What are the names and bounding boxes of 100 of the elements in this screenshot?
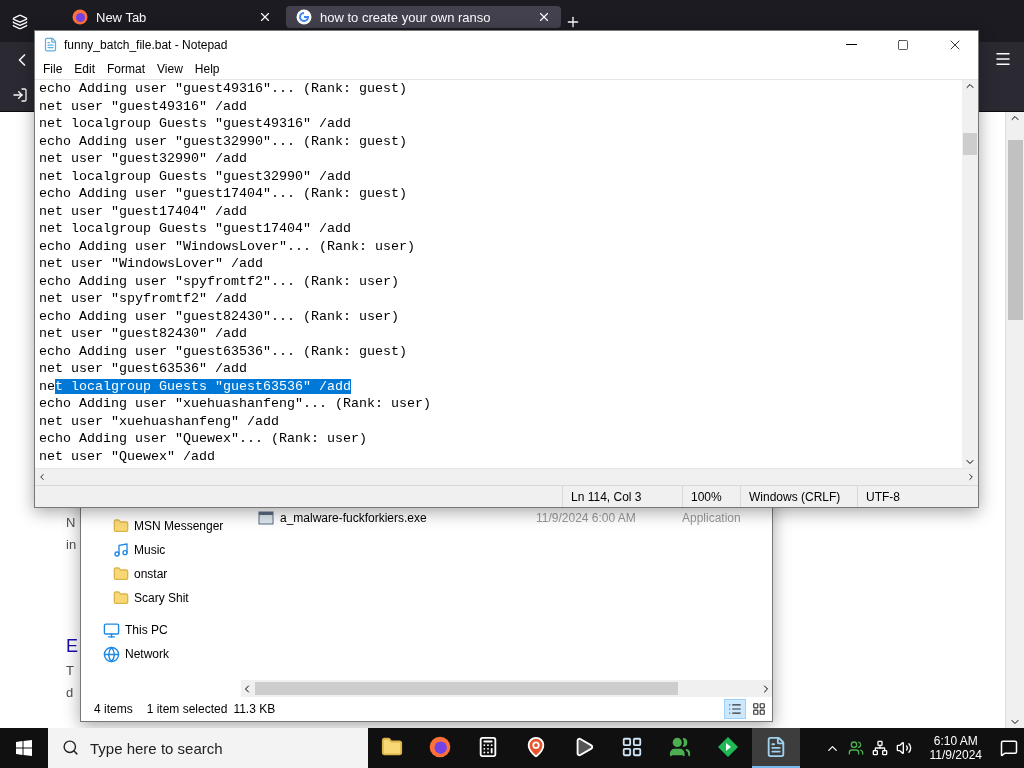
status-text: 100%: [682, 486, 740, 507]
menu-item[interactable]: Format: [101, 61, 152, 76]
selection-info: 1 item selected: [146, 702, 228, 716]
clock[interactable]: 6:10 AM 11/9/2024: [919, 734, 992, 762]
notifications-icon[interactable]: [1000, 739, 1018, 757]
taskbar-app[interactable]: [752, 728, 800, 768]
letter-g-icon: [296, 9, 312, 25]
view-button[interactable]: [724, 699, 746, 719]
nav-label: This PC: [125, 623, 168, 637]
nav-label: MSN Messenger: [134, 519, 224, 533]
code-line: net user "spyfromtf2" /add: [39, 290, 248, 308]
tiles-view-icon: [752, 702, 766, 716]
code-line: net user "guest82430" /add: [39, 325, 248, 343]
code-line: net user "guest32990" /add: [39, 150, 248, 168]
notepad-icon: [43, 37, 58, 52]
folder-icon: [113, 518, 129, 534]
page-text: d: [66, 684, 74, 702]
nav-label: Scary Shit: [134, 591, 189, 605]
code-line: net user "guest63536" /add: [39, 360, 248, 378]
fox-globe-icon: [429, 736, 451, 758]
windows-logo-icon[interactable]: [16, 740, 32, 756]
scrollbar-thumb[interactable]: [255, 682, 678, 695]
people-icon[interactable]: [847, 740, 864, 756]
search-icon: [62, 739, 79, 756]
page-text: N: [66, 514, 76, 532]
code-line: net localgroup Guests "guest32990" /add: [39, 167, 352, 185]
tab-overview-icon[interactable]: [12, 14, 28, 30]
window-title: funny_batch_file.bat - Notepad: [64, 37, 229, 52]
file-type: Application: [682, 511, 742, 525]
scroll-left-icon[interactable]: [37, 472, 47, 482]
new-tab-icon[interactable]: [565, 14, 581, 30]
search-field[interactable]: Type here to search: [48, 728, 368, 768]
menu-item[interactable]: File: [37, 61, 69, 76]
status-text: Ln 114, Col 3: [562, 486, 682, 507]
sign-in-icon[interactable]: [12, 86, 28, 103]
network-icon[interactable]: [871, 740, 888, 756]
code-line: net user "guest17404" /add: [39, 202, 248, 220]
code-line: echo Adding user "guest32990"... (Rank: guest): [39, 132, 408, 150]
nav-label: onstar: [134, 567, 168, 581]
diamond-icon: [717, 736, 739, 758]
browser-tab[interactable]: New Tab: [62, 6, 282, 28]
file-date: 11/9/2024 6:00 AM: [536, 511, 637, 525]
page-text: E: [66, 635, 78, 658]
scrollbar-thumb[interactable]: [963, 133, 977, 155]
nav-item[interactable]: Scary Shit: [81, 586, 253, 610]
music-note-icon: [113, 542, 129, 558]
code-line: echo Adding user "xuehuashanfeng"... (Rank: user): [39, 395, 432, 413]
scroll-right-icon[interactable]: [966, 472, 976, 482]
code-line: echo Adding user "guest17404"... (Rank: guest): [39, 185, 408, 203]
code-line: echo Adding user "Quewex"... (Rank: user): [39, 430, 368, 448]
folder-icon: [113, 590, 129, 606]
code-line: net user "xuehuashanfeng" /add: [39, 412, 280, 430]
page-text: T: [66, 662, 74, 680]
scrollbar-thumb[interactable]: [1007, 140, 1023, 320]
nav-item[interactable]: onstar: [81, 562, 253, 586]
notepad-icon: [765, 736, 787, 758]
volume-icon[interactable]: [895, 740, 912, 756]
monitor-icon: [103, 621, 120, 639]
nav-label: Music: [134, 543, 166, 557]
nav-item[interactable]: This PC: [81, 618, 253, 642]
fox-globe-icon: [72, 9, 88, 25]
minimize-icon: [845, 44, 857, 45]
nav-item[interactable]: Network: [81, 642, 253, 666]
code-line: echo Adding user "spyfromtf2"... (Rank: user): [39, 272, 400, 290]
program-icon: [258, 510, 274, 526]
file-name: a_malware-fuckforkiers.exe: [280, 511, 428, 525]
tab-title: New Tab: [96, 9, 148, 25]
item-count: 4 items: [94, 702, 133, 716]
nav-item[interactable]: MSN Messenger: [81, 514, 253, 538]
code-line: net localgroup Guests "guest17404" /add: [39, 220, 352, 238]
people-icon: [669, 736, 691, 758]
globe-icon: [103, 645, 120, 663]
code-line: net user "Quewex" /add: [39, 447, 216, 465]
tab-title: how to create your own ranso: [320, 9, 492, 25]
code-line: net localgroup Guests "guest63536" /add: [39, 377, 352, 395]
page-text: in: [66, 536, 77, 554]
clock-date: 11/9/2024: [929, 748, 982, 762]
status-text: UTF-8: [857, 486, 962, 507]
nav-item[interactable]: Music: [81, 538, 253, 562]
browser-tab[interactable]: how to create your own ranso: [286, 6, 561, 28]
details-view-icon: [728, 702, 742, 716]
folder-icon: [381, 736, 403, 758]
code-line: net user "WindowsLover" /add: [39, 255, 264, 273]
selection-size: 11.3 KB: [233, 702, 276, 716]
menu-item[interactable]: Edit: [68, 61, 102, 76]
file-row[interactable]: a_malware-fuckforkiers.exe 11/9/2024 6:00 AM Application: [253, 508, 772, 528]
folder-icon: [113, 566, 129, 582]
close-icon[interactable]: [537, 10, 551, 24]
maximize-icon: [897, 38, 909, 51]
menu-item[interactable]: View: [151, 61, 189, 76]
code-line: net user "guest49316" /add: [39, 97, 248, 115]
calculator-icon: [477, 736, 499, 758]
code-line: echo Adding user "WindowsLover"... (Rank: user): [39, 237, 416, 255]
map-pin-icon: [525, 736, 547, 758]
close-icon[interactable]: [258, 10, 272, 24]
menu-item[interactable]: Help: [188, 61, 226, 76]
code-line: net localgroup Guests "guest49316" /add: [39, 115, 352, 133]
status-text: Windows (CRLF): [740, 486, 857, 507]
code-line: echo Adding user "guest63536"... (Rank: guest): [39, 342, 408, 360]
window-icon: [621, 736, 643, 758]
